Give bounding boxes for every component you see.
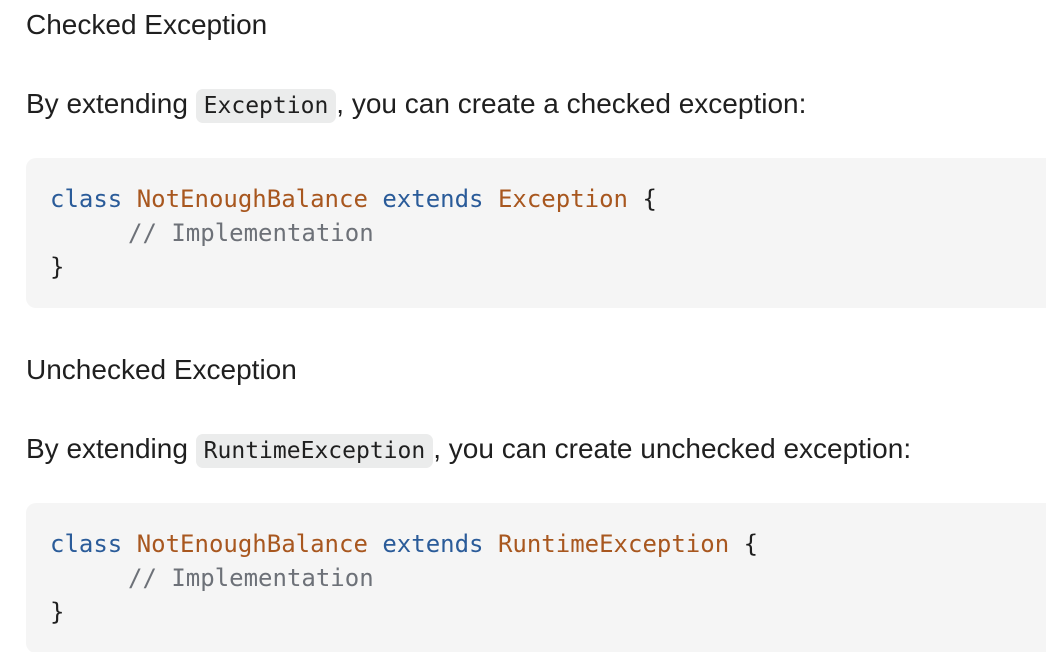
code-close-brace: } [50, 253, 65, 281]
paragraph-text-before: By extending [26, 88, 196, 119]
code-keyword-extends: extends [382, 530, 484, 558]
code-keyword-class: class [50, 185, 123, 213]
code-block-unchecked: class NotEnoughBalance extends RuntimeEx… [26, 503, 1046, 652]
paragraph-text-after: , you can create a checked exception: [336, 88, 807, 119]
paragraph-checked: By extending Exception, you can create a… [26, 84, 806, 126]
code-parent-class: RuntimeException [497, 530, 730, 558]
section-heading-unchecked: Unchecked Exception [26, 354, 297, 385]
paragraph-unchecked: By extending RuntimeException, you can c… [26, 429, 911, 471]
code-line-close: } [50, 250, 1032, 284]
paragraph-text-after: , you can create unchecked exception: [433, 433, 912, 464]
code-comment: // Implementation [128, 564, 374, 592]
code-line-declaration: class NotEnoughBalance extends RuntimeEx… [50, 527, 1032, 561]
code-keyword-extends: extends [382, 185, 484, 213]
code-block-checked: class NotEnoughBalance extends Exception… [26, 158, 1046, 308]
inline-code-runtime-exception: RuntimeException [195, 434, 434, 468]
code-close-brace: } [50, 598, 65, 626]
code-line-comment: // Implementation [50, 216, 1032, 250]
code-comment: // Implementation [128, 219, 374, 247]
code-class-name: NotEnoughBalance [136, 185, 368, 213]
code-parent-class: Exception [497, 185, 628, 213]
code-line-close: } [50, 595, 1032, 629]
code-line-declaration: class NotEnoughBalance extends Exception… [50, 182, 1032, 216]
code-keyword-class: class [50, 530, 123, 558]
code-class-name: NotEnoughBalance [136, 530, 368, 558]
section-heading-checked: Checked Exception [26, 9, 268, 40]
code-open-brace: { [743, 530, 759, 558]
code-line-comment: // Implementation [50, 561, 1032, 595]
code-open-brace: { [642, 185, 657, 213]
paragraph-text-before: By extending [26, 433, 196, 464]
inline-code-exception: Exception [195, 89, 337, 123]
